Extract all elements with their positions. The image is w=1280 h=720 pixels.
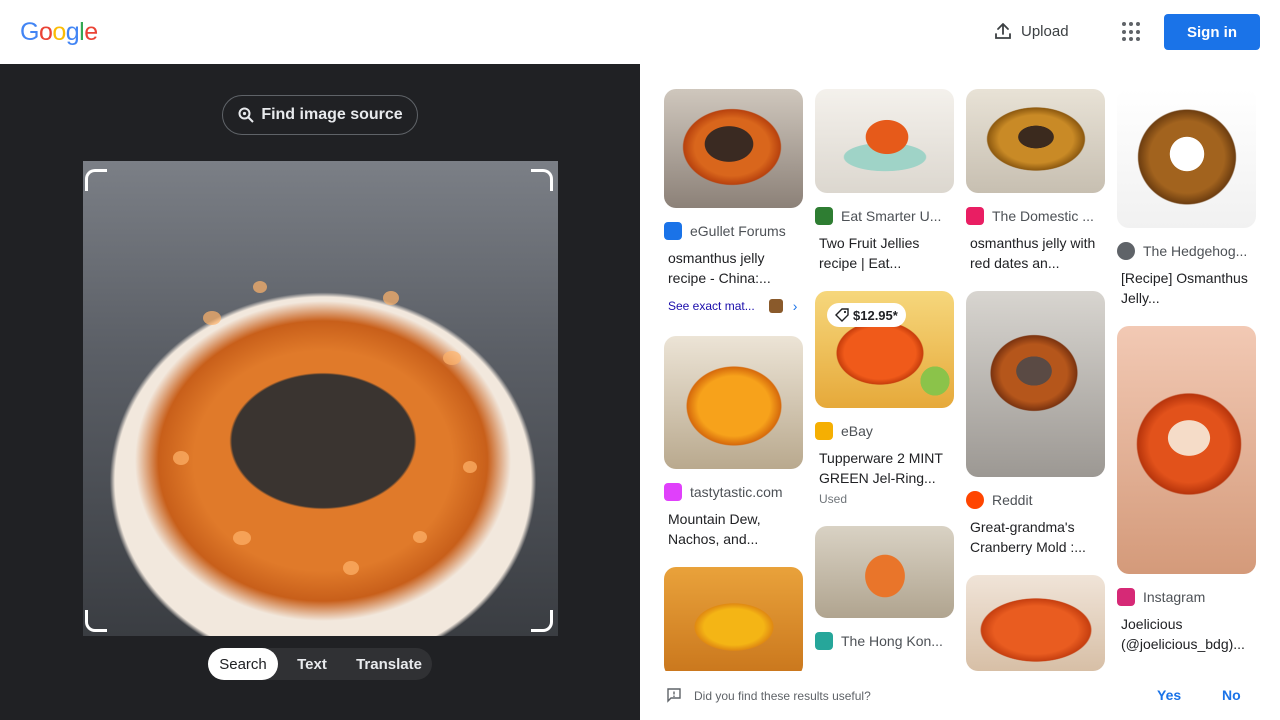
feedback-question: Did you find these results useful?	[694, 689, 871, 703]
instagram-icon	[1117, 588, 1135, 606]
result-title[interactable]: Great-grandma's Cranberry Mold :...	[966, 517, 1105, 557]
result-card[interactable]	[966, 575, 1105, 671]
logo-letter: o	[38, 18, 53, 46]
see-exact-matches-label: See exact mat...	[668, 299, 755, 313]
cupcake-icon	[664, 483, 682, 501]
result-card[interactable]: The Hong Kon...	[815, 526, 954, 650]
chevron-right-icon: ›	[792, 298, 798, 314]
result-source: The Domestic ...	[992, 208, 1094, 224]
exact-match-thumb	[768, 299, 783, 313]
sign-in-button[interactable]: Sign in	[1164, 14, 1260, 50]
result-card[interactable]: $12.95* eBay Tupperware 2 MINT GREEN Jel…	[815, 291, 954, 506]
result-title[interactable]: osmanthus jelly with red dates an...	[966, 233, 1105, 273]
result-source: Instagram	[1143, 589, 1206, 605]
result-source: eBay	[841, 423, 873, 439]
crop-handle-top-right[interactable]	[531, 169, 553, 191]
crop-handle-top-left[interactable]	[85, 169, 107, 191]
logo-letter: e	[84, 18, 98, 46]
result-source: The Hedgehog...	[1143, 243, 1248, 259]
result-title[interactable]: Tupperware 2 MINT GREEN Jel-Ring...	[815, 448, 954, 488]
apps-grid-icon[interactable]	[1122, 22, 1142, 42]
result-thumbnail[interactable]: $12.95*	[815, 291, 954, 408]
result-thumbnail[interactable]	[815, 89, 954, 193]
result-source: tastytastic.com	[690, 484, 783, 500]
find-image-source-label: Find image source	[261, 106, 403, 123]
hongkong-icon	[815, 632, 833, 650]
lens-mode-toggle: Search Text Translate	[208, 648, 432, 680]
result-condition: Used	[819, 492, 848, 506]
price-value: $12.95*	[853, 307, 898, 323]
crop-handle-bottom-right[interactable]	[531, 610, 553, 632]
lens-search-icon	[238, 107, 255, 123]
result-source: Reddit	[992, 492, 1033, 508]
feedback-no-button[interactable]: No	[1222, 687, 1241, 703]
result-title[interactable]: Two Fruit Jellies recipe | Eat...	[815, 233, 954, 273]
reddit-icon	[966, 491, 984, 509]
result-card[interactable]: The Hedgehog... [Recipe] Osmanthus Jelly…	[1117, 89, 1256, 308]
result-title[interactable]: Mountain Dew, Nachos, and...	[664, 509, 803, 549]
upload-button[interactable]: Upload	[993, 21, 1069, 41]
mode-text[interactable]: Text	[278, 648, 346, 680]
result-title[interactable]: [Recipe] Osmanthus Jelly...	[1117, 268, 1256, 308]
header: Google Upload Sign in	[0, 0, 1280, 64]
result-card[interactable]: Instagram Joelicious (@joelicious_bdg)..…	[1117, 326, 1256, 654]
egullet-icon	[664, 222, 682, 240]
result-source: eGullet Forums	[690, 223, 786, 239]
mode-search[interactable]: Search	[208, 648, 278, 680]
price-badge: $12.95*	[827, 303, 906, 327]
upload-label: Upload	[1021, 22, 1069, 40]
result-thumbnail[interactable]	[664, 336, 803, 469]
price-tag-icon	[835, 308, 849, 322]
result-thumbnail[interactable]	[1117, 89, 1256, 228]
result-card[interactable]: tastytastic.com Mountain Dew, Nachos, an…	[664, 336, 803, 549]
result-card[interactable]	[664, 567, 803, 671]
logo-letter: g	[65, 18, 80, 46]
query-image[interactable]	[83, 161, 558, 636]
result-source: The Hong Kon...	[841, 633, 943, 649]
result-thumbnail[interactable]	[966, 89, 1105, 193]
logo-letter: o	[52, 18, 66, 46]
crop-handle-bottom-left[interactable]	[85, 610, 107, 632]
find-image-source-button[interactable]: Find image source	[222, 95, 418, 135]
google-logo[interactable]: Google	[20, 18, 98, 47]
result-title[interactable]: osmanthus jelly recipe - China:...	[664, 248, 803, 288]
result-source: Eat Smarter U...	[841, 208, 942, 224]
ebay-icon	[815, 422, 833, 440]
result-card[interactable]: Eat Smarter U... Two Fruit Jellies recip…	[815, 89, 954, 273]
upload-icon	[995, 23, 1011, 39]
result-card[interactable]: Reddit Great-grandma's Cranberry Mold :.…	[966, 291, 1105, 557]
eatsmarter-icon	[815, 207, 833, 225]
see-exact-matches-link[interactable]: See exact mat... ›	[664, 298, 803, 314]
logo-letter: G	[20, 18, 39, 46]
result-thumbnail[interactable]	[1117, 326, 1256, 574]
result-title[interactable]: Joelicious (@joelicious_bdg)...	[1117, 614, 1256, 654]
result-card[interactable]: eGullet Forums osmanthus jelly recipe - …	[664, 89, 803, 314]
result-thumbnail[interactable]	[966, 575, 1105, 671]
mode-translate[interactable]: Translate	[346, 648, 432, 680]
feedback-bar: Did you find these results useful? Yes N…	[640, 671, 1280, 720]
feedback-yes-button[interactable]: Yes	[1157, 687, 1181, 703]
result-thumbnail[interactable]	[966, 291, 1105, 477]
result-thumbnail[interactable]	[664, 567, 803, 671]
result-thumbnail[interactable]	[815, 526, 954, 618]
feedback-icon	[667, 688, 681, 703]
visual-matches: eGullet Forums osmanthus jelly recipe - …	[640, 64, 1280, 671]
result-thumbnail[interactable]	[664, 89, 803, 208]
globe-icon	[1117, 242, 1135, 260]
result-card[interactable]: The Domestic ... osmanthus jelly with re…	[966, 89, 1105, 273]
domestic-icon	[966, 207, 984, 225]
